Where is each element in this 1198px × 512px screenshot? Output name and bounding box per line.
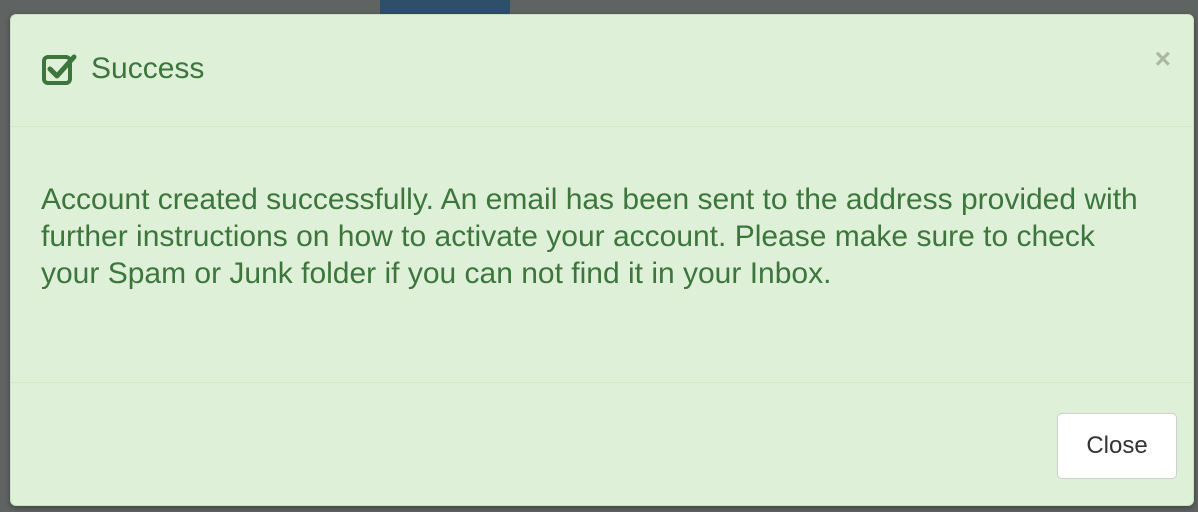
dialog-footer: Close — [11, 383, 1193, 507]
checkbox-checked-icon — [41, 51, 77, 87]
close-icon[interactable]: × — [1155, 45, 1171, 73]
background-element — [380, 0, 510, 14]
dialog-message: Account created successfully. An email h… — [41, 183, 1138, 290]
dialog-header: Success × — [11, 15, 1193, 127]
success-dialog: Success × Account created successfully. … — [10, 14, 1194, 506]
dialog-title-group: Success — [41, 51, 204, 87]
dialog-body: Account created successfully. An email h… — [11, 127, 1193, 383]
close-button[interactable]: Close — [1057, 413, 1177, 479]
dialog-title: Success — [91, 52, 205, 85]
